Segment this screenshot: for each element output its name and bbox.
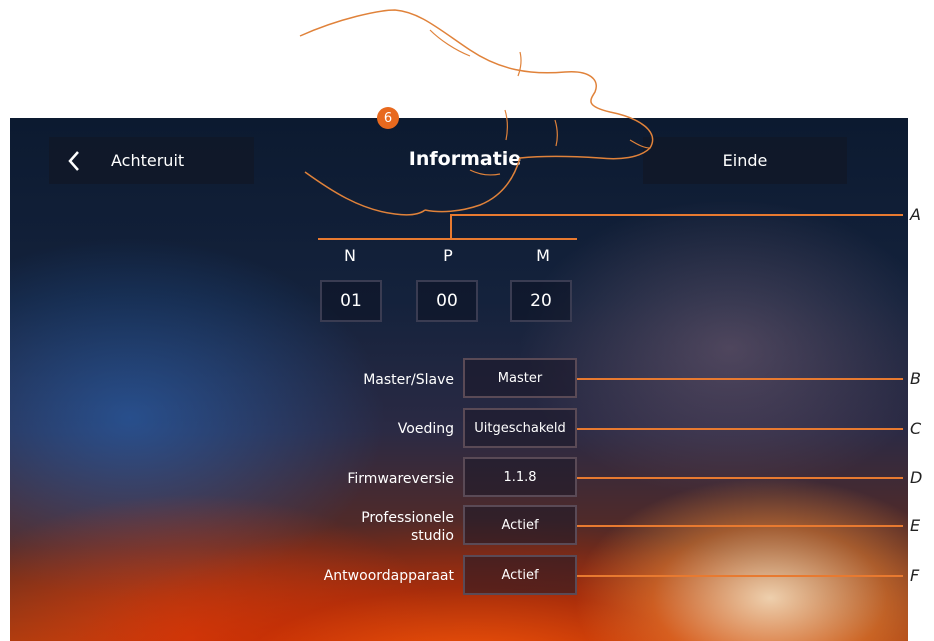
step-badge: 6 xyxy=(377,107,399,129)
finger-illustration xyxy=(299,9,654,216)
